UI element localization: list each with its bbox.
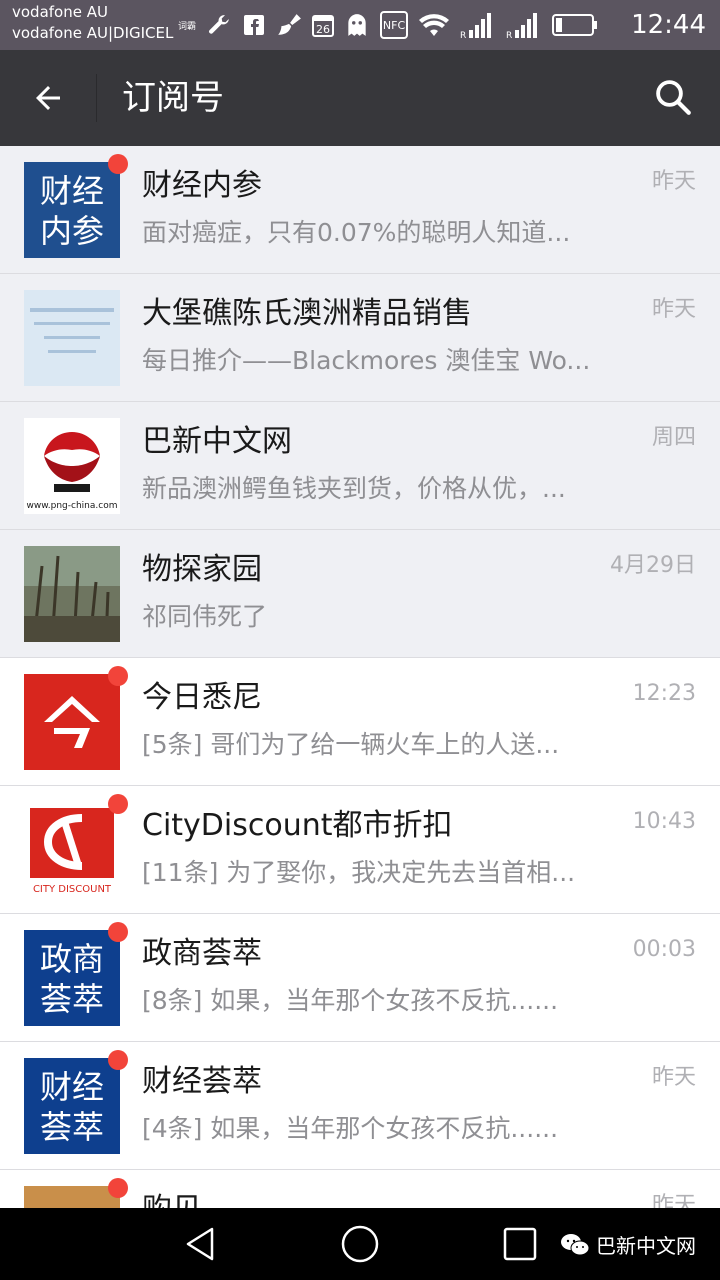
list-item[interactable]: 财经 内参 财经内参 面对癌症，只有0.07%的聪明人知道... 昨天 [0,146,720,274]
nav-back-icon [186,1227,214,1261]
nav-home-button[interactable] [338,1222,382,1266]
clock: 12:44 [631,10,706,40]
wrench-icon [206,12,232,38]
avatar-caption: CITY DISCOUNT [33,884,112,895]
account-name: CityDiscount都市折扣 [142,808,453,843]
dictionary-notification-label: 词霸 [178,21,197,32]
svg-text:R: R [460,31,466,39]
avatar: 财经 荟萃 [24,1058,120,1154]
list-item[interactable]: www.png-china.com 巴新中文网 新品澳洲鳄鱼钱夹到货，价格从优，… [0,402,720,530]
nav-home-icon [341,1225,379,1263]
avatar: 财经 内参 [24,162,120,258]
calendar-icon: 26 [312,13,335,37]
unread-dot [108,666,128,686]
message-time: 4月29日 [610,553,696,578]
svg-text:26: 26 [316,23,330,36]
wifi-icon [418,12,450,38]
subscription-list: 财经 内参 财经内参 面对癌症，只有0.07%的聪明人知道... 昨天 大堡礁陈… [0,146,720,1208]
nfc-label: NFC [382,18,406,32]
message-time: 昨天 [651,1065,696,1090]
avatar [24,290,120,386]
watermark: 巴新中文网 [560,1230,696,1259]
message-time: 昨天 [651,1193,696,1208]
message-preview: [5条] 哥们为了给一辆火车上的人送... [142,730,560,759]
appbar-divider [96,74,97,122]
avatar-text: 荟萃 [40,980,104,1018]
message-preview: [4条] 如果，当年那个女孩不反抗...... [142,1114,559,1143]
carrier-primary: vodafone AU [12,3,108,21]
account-name: 大堡礁陈氏澳洲精品销售 [142,296,472,331]
wechat-icon [561,1233,590,1255]
account-name: 财经内参 [142,168,262,203]
page-title: 订阅号 [122,78,224,118]
avatar-text: 财经 [40,1068,104,1106]
message-time: 10:43 [632,809,696,834]
list-item[interactable]: CITY DISCOUNT CityDiscount都市折扣 [11条] 为了娶… [0,786,720,914]
list-item[interactable]: 财经 荟萃 财经荟萃 [4条] 如果，当年那个女孩不反抗...... 昨天 [0,1042,720,1170]
message-preview: [8条] 如果，当年那个女孩不反抗...... [142,986,559,1015]
avatar-text: 政商 [40,940,104,978]
message-preview: 每日推介——Blackmores 澳佳宝 Wo... [142,346,591,375]
account-name: 财经荟萃 [142,1064,262,1099]
avatar-text: 财经 [40,172,104,210]
account-name: 物探家园 [142,552,262,587]
avatar-caption: www.png-china.com [27,501,118,511]
list-item[interactable]: 大堡礁陈氏澳洲精品销售 每日推介——Blackmores 澳佳宝 Wo... 昨… [0,274,720,402]
avatar [24,674,120,770]
message-time: 昨天 [651,297,696,322]
avatar: CITY DISCOUNT [24,802,120,898]
watermark-text: 巴新中文网 [596,1234,696,1258]
nfc-icon: NFC [380,11,409,39]
signal-icon: R [460,11,496,39]
navigation-bar: 巴新中文网 [0,1208,720,1280]
search-icon [656,80,691,115]
avatar-text: 内参 [40,212,104,250]
message-preview: [11条] 为了娶你，我决定先去当首相... [142,858,576,887]
account-name: 今日悉尼 [142,680,262,715]
avatar [24,546,120,642]
message-preview: 祁同伟死了 [142,602,268,631]
broom-icon [276,12,302,38]
list-item[interactable]: 购见 昨天 [0,1170,720,1208]
nav-recents-icon [503,1227,537,1261]
message-time: 周四 [651,425,696,450]
account-name: 政商荟萃 [142,936,262,971]
account-name: 巴新中文网 [142,424,292,459]
back-button[interactable] [18,74,78,122]
nav-recents-button[interactable] [498,1222,542,1266]
unread-dot [108,1178,128,1198]
carrier-secondary: vodafone AU|DIGICEL [12,24,174,42]
search-button[interactable] [648,72,698,122]
message-preview: 面对癌症，只有0.07%的聪明人知道... [142,218,571,247]
list-item[interactable]: 物探家园 祁同伟死了 4月29日 [0,530,720,658]
account-name: 购见 [142,1190,202,1208]
message-time: 昨天 [651,169,696,194]
avatar: www.png-china.com [24,418,120,514]
avatar-text: 荟萃 [40,1108,104,1146]
nav-back-button[interactable] [178,1222,222,1266]
battery-icon [552,13,598,37]
arrow-left-icon [36,86,60,110]
message-time: 12:23 [632,681,696,706]
unread-dot [108,1050,128,1070]
list-item[interactable]: 今日悉尼 [5条] 哥们为了给一辆火车上的人送... 12:23 [0,658,720,786]
ghost-icon [344,12,370,38]
facebook-icon [242,13,266,37]
signal-icon: R [506,11,542,39]
app-bar: 订阅号 [0,50,720,146]
message-time: 00:03 [632,937,696,962]
unread-dot [108,154,128,174]
avatar [24,1186,120,1208]
avatar: 政商 荟萃 [24,930,120,1026]
svg-text:R: R [506,31,512,39]
status-bar: vodafone AU vodafone AU|DIGICEL 词霸 26 NF… [0,0,720,50]
list-item[interactable]: 政商 荟萃 政商荟萃 [8条] 如果，当年那个女孩不反抗...... 00:03 [0,914,720,1042]
unread-dot [108,794,128,814]
message-preview: 新品澳洲鳄鱼钱夹到货，价格从优，... [142,474,566,503]
status-icons: 词霸 26 NFC R R [178,10,598,40]
unread-dot [108,922,128,942]
